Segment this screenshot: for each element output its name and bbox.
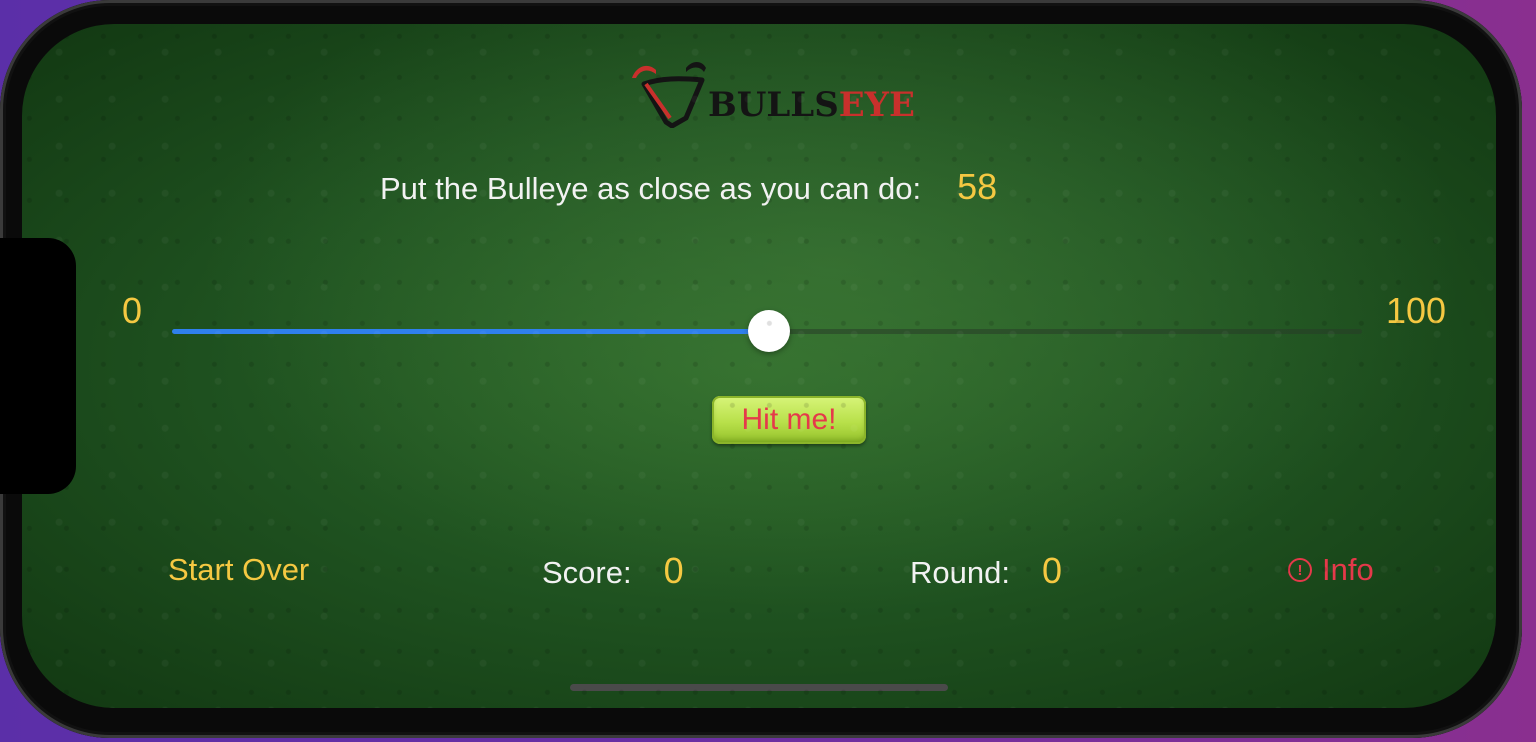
camera-notch [0,238,76,494]
slider-fill [172,329,770,334]
score-display: Score: 0 [542,550,684,592]
home-indicator[interactable] [570,684,948,691]
prompt-text: Put the Bulleye as close as you can do: [380,171,922,206]
round-value: 0 [1041,550,1062,591]
slider-min-label: 0 [122,290,143,331]
logo-word-bulls: BULLS [708,85,839,125]
start-over-button[interactable]: Start Over [168,552,309,588]
score-label: Score: [542,555,632,590]
slider-thumb[interactable] [748,310,791,352]
target-value: 58 [957,166,998,207]
hit-me-button[interactable]: Hit me! [712,396,866,444]
score-value: 0 [663,550,684,591]
round-label: Round: [910,555,1010,590]
info-label: Info [1322,552,1374,587]
logo-wordmark: BULLSEYE [708,88,915,122]
game-screen: BULLSEYE Put the Bulleye as close as you… [22,24,1496,708]
target-prompt: Put the Bulleye as close as you can do: … [380,166,997,208]
slider-max-label: 100 [1386,290,1447,331]
info-button[interactable]: ! Info [1288,552,1374,588]
bottom-bar: Start Over Score: 0 Round: 0 ! Info [22,550,1496,594]
device-frame: BULLSEYE Put the Bulleye as close as you… [0,0,1522,738]
bull-head-icon [632,62,706,128]
guess-slider[interactable] [172,310,1362,352]
round-display: Round: 0 [910,550,1062,592]
bullseye-logo: BULLSEYE [626,56,915,128]
exclamation-circle-icon: ! [1288,558,1312,582]
logo-word-eye: EYE [838,85,915,125]
